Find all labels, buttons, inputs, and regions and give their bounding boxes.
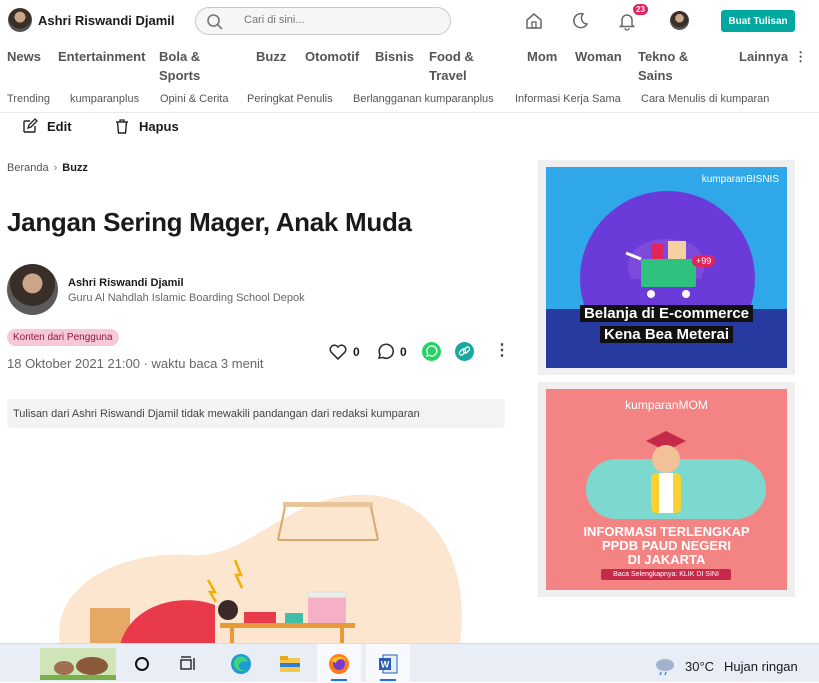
comment-button[interactable]: 0 xyxy=(376,342,407,362)
ad-headline-line1: INFORMASI TERLENGKAP xyxy=(583,524,750,539)
nav-bisnis[interactable]: Bisnis xyxy=(375,47,414,66)
nav-label: Bola & xyxy=(159,49,201,64)
temperature: 30°C xyxy=(685,658,715,674)
comment-count: 0 xyxy=(400,345,407,359)
nav-buzz[interactable]: Buzz xyxy=(256,47,286,66)
shopping-cart-icon xyxy=(625,239,705,298)
delete-label: Hapus xyxy=(139,118,179,134)
profile-avatar[interactable] xyxy=(670,11,689,30)
nav-woman[interactable]: Woman xyxy=(575,47,622,66)
trash-icon xyxy=(116,119,128,134)
ad-headline: INFORMASI TERLENGKAP PPDB PAUD NEGERI DI… xyxy=(546,525,787,567)
nav-bola-sports[interactable]: Bola & Sports xyxy=(159,47,200,85)
content-tag[interactable]: Konten dari Pengguna xyxy=(7,329,119,346)
word-icon[interactable]: W xyxy=(366,644,410,683)
edit-label: Edit xyxy=(47,118,72,134)
moon-icon[interactable] xyxy=(569,10,591,32)
nav-news[interactable]: News xyxy=(7,47,41,66)
ad-headline-line2: Kena Bea Meterai xyxy=(599,326,734,343)
ad-brand-mom: kumparanMOM xyxy=(625,398,708,412)
nav-otomotif[interactable]: Otomotif xyxy=(305,47,359,66)
nav-label: Food & xyxy=(429,49,474,64)
ad-headline-line2: PPDB PAUD NEGERI xyxy=(601,538,732,553)
search-box[interactable] xyxy=(195,7,451,35)
write-button[interactable]: Buat Tulisan xyxy=(721,10,795,32)
nav-food-travel[interactable]: Food & Travel xyxy=(429,47,474,85)
widgets-icon[interactable] xyxy=(40,648,116,680)
weather-widget[interactable]: 30°C Hujan ringan xyxy=(653,656,798,676)
home-icon[interactable] xyxy=(523,10,545,32)
breadcrumb-current[interactable]: Buzz xyxy=(62,162,88,174)
ad-cta[interactable]: Baca Selengkapnya: KLIK DI SINI xyxy=(601,569,731,580)
like-button[interactable]: 0 xyxy=(329,342,360,362)
like-count: 0 xyxy=(353,345,360,359)
nav-label: Sains xyxy=(638,68,673,83)
link-icon[interactable] xyxy=(455,342,474,361)
subnav-opini[interactable]: Opini & Cerita xyxy=(160,93,228,105)
edit-button[interactable]: Edit xyxy=(22,118,72,134)
search-input[interactable] xyxy=(244,14,434,26)
ad-banner-bisnis[interactable]: +99 kumparanBISNIS Belanja di E-commerce… xyxy=(538,160,795,375)
child-graduate-illustration xyxy=(646,431,686,513)
search-icon xyxy=(207,14,223,30)
file-explorer-icon[interactable] xyxy=(268,644,312,683)
subnav-trending[interactable]: Trending xyxy=(7,93,50,105)
subnav-kumparanplus[interactable]: kumparanplus xyxy=(70,93,139,105)
task-view-icon[interactable] xyxy=(167,644,211,683)
ad-headline-line1: Belanja di E-commerce xyxy=(579,305,754,322)
nav-label: Sports xyxy=(159,68,201,83)
username[interactable]: Ashri Riswandi Djamil xyxy=(38,13,175,28)
nav-lainnya[interactable]: Lainnya ⋮ xyxy=(739,47,807,66)
whatsapp-icon[interactable] xyxy=(422,342,441,361)
comment-icon xyxy=(377,343,394,360)
subnav-cara-menulis[interactable]: Cara Menulis di kumparan xyxy=(641,93,769,105)
rain-cloud-icon xyxy=(656,659,674,676)
subnav-berlangganan[interactable]: Berlangganan kumparanplus xyxy=(353,93,494,105)
ad-brand-bisnis: kumparanBISNIS xyxy=(701,174,779,185)
edit-icon xyxy=(23,118,38,133)
breadcrumb: Beranda › Buzz xyxy=(7,162,88,174)
delete-button[interactable]: Hapus xyxy=(114,118,179,134)
ad-headline-line3: DI JAKARTA xyxy=(627,552,706,567)
ad-image: +99 kumparanBISNIS Belanja di E-commerce… xyxy=(546,167,787,368)
author-name[interactable]: Ashri Riswandi Djamil xyxy=(68,277,184,289)
author-avatar[interactable] xyxy=(7,264,58,315)
user-avatar[interactable] xyxy=(8,8,32,32)
article-illustration xyxy=(59,494,462,645)
subnav-kerja-sama[interactable]: Informasi Kerja Sama xyxy=(515,93,621,105)
nav-label: Tekno & xyxy=(638,49,689,64)
nav-entertainment[interactable]: Entertainment xyxy=(58,47,145,66)
disclaimer-notice: Tulisan dari Ashri Riswandi Djamil tidak… xyxy=(7,399,505,428)
divider xyxy=(0,112,819,113)
subnav-peringkat[interactable]: Peringkat Penulis xyxy=(247,93,333,105)
heart-icon xyxy=(329,344,347,360)
article-meta: 18 Oktober 2021 21:00 · waktu baca 3 men… xyxy=(7,356,264,371)
nav-mom[interactable]: Mom xyxy=(527,47,557,66)
article-title: Jangan Sering Mager, Anak Muda xyxy=(7,207,412,237)
svg-text:W: W xyxy=(381,659,390,669)
kebab-icon: ⋮ xyxy=(794,49,808,64)
edge-icon[interactable] xyxy=(219,644,263,683)
weather-condition: Hujan ringan xyxy=(724,658,798,674)
chevron-right-icon: › xyxy=(53,162,58,174)
top-bar: Ashri Riswandi Djamil 23 Buat Tulisan xyxy=(0,0,819,42)
search-circle-icon[interactable] xyxy=(120,644,164,683)
breadcrumb-home[interactable]: Beranda xyxy=(7,162,49,174)
notification-badge: 23 xyxy=(633,4,648,15)
nav-label: Travel xyxy=(429,68,467,83)
author-bio: Guru Al Nahdlah Islamic Boarding School … xyxy=(68,292,305,304)
ad-headline: Belanja di E-commerce Kena Bea Meterai xyxy=(546,303,787,345)
ad-banner-mom[interactable]: kumparanMOM INFORMASI TERLENGKAP PPDB PA… xyxy=(538,382,795,597)
ad-image: kumparanMOM INFORMASI TERLENGKAP PPDB PA… xyxy=(546,389,787,590)
nav-tekno-sains[interactable]: Tekno & Sains xyxy=(638,47,688,85)
taskbar: W 30°C Hujan ringan xyxy=(0,643,819,683)
nav-label: Lainnya xyxy=(739,49,789,64)
ad-badge: +99 xyxy=(692,255,716,267)
firefox-icon[interactable] xyxy=(317,644,361,683)
more-options-icon[interactable]: ⋮ xyxy=(494,343,510,359)
